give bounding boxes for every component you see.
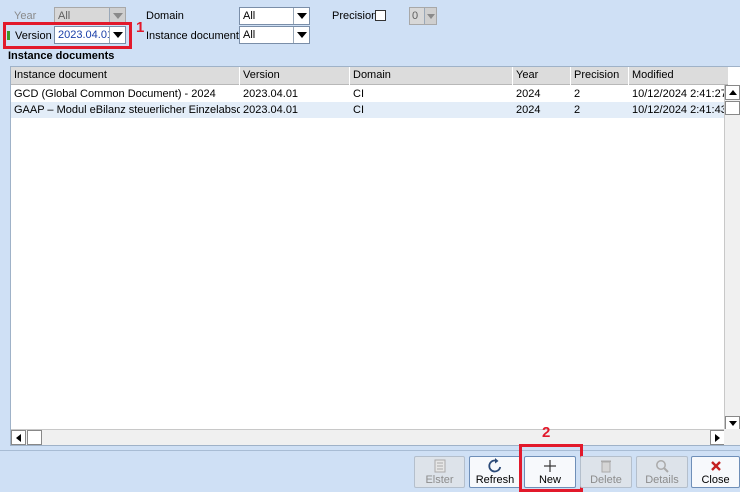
precision-checkbox[interactable] [375, 10, 386, 21]
domain-value: All [243, 10, 256, 22]
domain-combo[interactable]: All [239, 7, 310, 25]
highlight-box-new [519, 444, 583, 492]
column-header-precision[interactable]: Precision [571, 67, 629, 85]
column-header-domain[interactable]: Domain [350, 67, 513, 85]
magnifier-icon [652, 458, 672, 474]
column-header-version[interactable]: Version [240, 67, 350, 85]
scroll-left-icon[interactable] [11, 430, 26, 445]
instance-documents-dropdown-arrow-icon[interactable] [293, 27, 309, 43]
refresh-button[interactable]: Refresh [469, 456, 521, 488]
annotation-marker-2: 2 [542, 424, 551, 441]
annotation-marker-1: 1 [136, 19, 145, 36]
vertical-scroll-thumb[interactable] [725, 101, 740, 115]
column-header-instance-document[interactable]: Instance document [11, 67, 240, 85]
instance-documents-value: All [243, 29, 256, 41]
column-header-modified[interactable]: Modified [629, 67, 729, 85]
document-icon [430, 458, 450, 474]
cell-modified: 10/12/2024 2:41:43 PM [632, 104, 729, 116]
cell-instance-document: GAAP – Modul eBilanz steuerlicher Einzel… [14, 104, 240, 116]
cell-domain: CI [353, 88, 364, 100]
details-button-label: Details [645, 474, 679, 486]
delete-button[interactable]: Delete [580, 456, 632, 488]
cell-year: 2024 [516, 88, 541, 100]
elster-button[interactable]: Elster [414, 456, 465, 488]
cell-version: 2023.04.01 [243, 88, 299, 100]
table-row[interactable]: GAAP – Modul eBilanz steuerlicher Einzel… [11, 102, 729, 118]
cell-precision: 2 [574, 88, 581, 100]
instance-documents-combo[interactable]: All [239, 26, 310, 44]
vertical-scrollbar[interactable] [724, 85, 740, 431]
cell-version: 2023.04.01 [243, 104, 299, 116]
close-button-label: Close [701, 474, 730, 486]
domain-label: Domain [146, 10, 184, 22]
precision-combo[interactable]: 0 [409, 7, 437, 25]
cell-domain: CI [353, 104, 364, 116]
delete-button-label: Delete [590, 474, 622, 486]
cell-year: 2024 [516, 104, 541, 116]
cell-modified: 10/12/2024 2:41:27 PM [632, 88, 729, 100]
horizontal-scrollbar[interactable] [11, 429, 725, 445]
scroll-right-icon[interactable] [710, 430, 725, 445]
precision-value: 0 [412, 10, 419, 22]
details-button[interactable]: Details [636, 456, 688, 488]
year-label: Year [14, 10, 37, 22]
grid-title: Instance documents [8, 50, 115, 62]
horizontal-scroll-thumb[interactable] [27, 430, 42, 445]
scroll-corner [724, 429, 740, 445]
elster-button-label: Elster [425, 474, 454, 486]
highlight-box-version [3, 22, 132, 49]
table-row[interactable]: GCD (Global Common Document) - 2024 2023… [11, 86, 729, 102]
precision-dropdown-arrow-icon[interactable] [424, 8, 436, 24]
scroll-up-icon[interactable] [725, 85, 740, 100]
column-header-year[interactable]: Year [513, 67, 571, 85]
precision-label: Precision [332, 10, 378, 22]
domain-dropdown-arrow-icon[interactable] [293, 8, 309, 24]
trash-icon [596, 458, 616, 474]
refresh-icon [485, 458, 505, 474]
cell-precision: 2 [574, 104, 581, 116]
refresh-button-label: Refresh [475, 474, 515, 486]
instance-documents-label: Instance documents [146, 30, 245, 42]
instance-documents-grid: Instance document Version Domain Year Pr… [10, 66, 740, 446]
cell-instance-document: GCD (Global Common Document) - 2024 [14, 88, 216, 100]
grid-header: Instance document Version Domain Year Pr… [11, 67, 729, 85]
close-button[interactable]: Close [691, 456, 740, 488]
close-icon [706, 458, 726, 474]
